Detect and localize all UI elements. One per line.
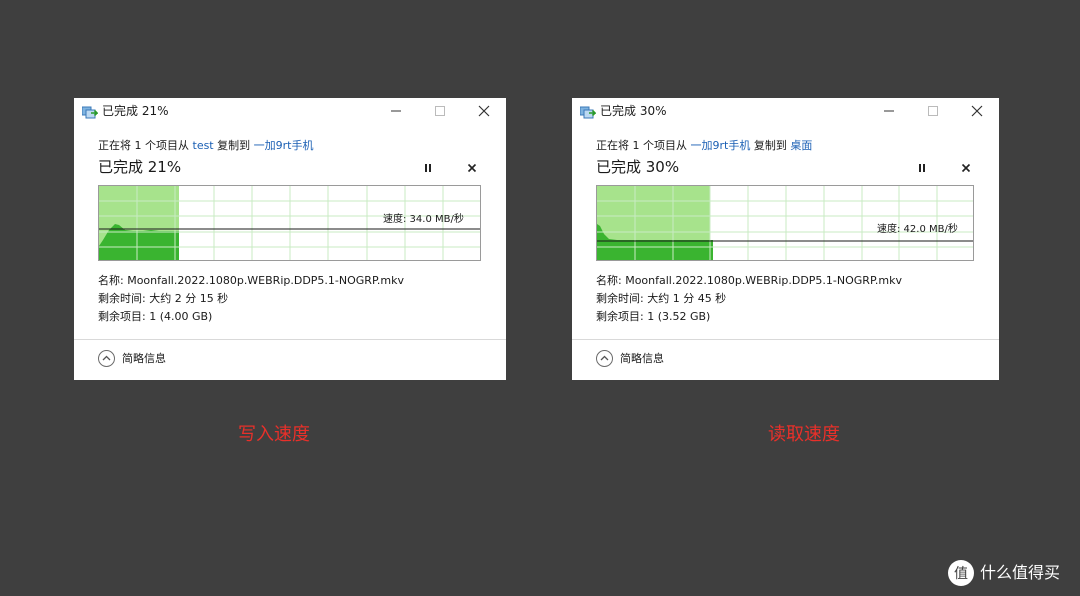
- pause-button[interactable]: [912, 160, 932, 176]
- fewer-details-label: 简略信息: [620, 352, 664, 365]
- smzdm-logo-icon: 值: [948, 560, 974, 586]
- progress-heading: 已完成 30%: [596, 158, 680, 176]
- cancel-button[interactable]: [956, 160, 976, 176]
- copy-description: 正在将 1 个项目从 test 复制到 一加9rt手机: [98, 139, 313, 153]
- copy-prefix: 正在将 1 个项目从: [596, 139, 687, 152]
- minimize-button[interactable]: [867, 98, 911, 124]
- pause-icon: [425, 164, 431, 172]
- time-remaining: 剩余时间: 大约 1 分 45 秒: [596, 292, 727, 305]
- window-title: 已完成 21%: [102, 104, 169, 118]
- watermark-badge-text: 值: [954, 566, 968, 582]
- close-icon: [971, 105, 983, 117]
- close-button[interactable]: [955, 98, 999, 124]
- progress-heading: 已完成 21%: [98, 158, 182, 176]
- time-remaining: 剩余时间: 大约 2 分 15 秒: [98, 292, 229, 305]
- destination-link[interactable]: 桌面: [790, 139, 812, 152]
- source-link[interactable]: 一加9rt手机: [691, 139, 751, 152]
- copy-mid: 复制到: [217, 139, 251, 152]
- maximize-icon: [928, 106, 938, 116]
- title-bar[interactable]: 已完成 30%: [572, 98, 999, 126]
- fewer-details-label: 简略信息: [122, 352, 166, 365]
- source-link[interactable]: test: [193, 139, 214, 152]
- minimize-icon: [884, 110, 894, 112]
- minimize-button[interactable]: [374, 98, 418, 124]
- copy-prefix: 正在将 1 个项目从: [98, 139, 189, 152]
- items-remaining: 剩余项目: 1 (4.00 GB): [98, 310, 213, 323]
- chevron-up-icon: [596, 350, 613, 367]
- watermark-text: 什么值得买: [980, 563, 1061, 582]
- close-button[interactable]: [462, 98, 506, 124]
- copy-dialog-read: 已完成 30% 正在将 1 个项目从 一加9rt手机 复制到 桌面 已完成 30…: [572, 98, 999, 380]
- speed-graph: 速度: 34.0 MB/秒: [98, 185, 481, 261]
- window-title: 已完成 30%: [600, 104, 667, 118]
- minimize-icon: [391, 110, 401, 112]
- speed-readout: 速度: 42.0 MB/秒: [877, 224, 958, 235]
- destination-link[interactable]: 一加9rt手机: [254, 139, 314, 152]
- pause-button[interactable]: [418, 160, 438, 176]
- caption-write-speed: 写入速度: [238, 424, 310, 445]
- close-icon: [478, 105, 490, 117]
- cancel-icon: [467, 163, 477, 173]
- chevron-up-icon: [98, 350, 115, 367]
- cancel-icon: [961, 163, 971, 173]
- maximize-button[interactable]: [418, 98, 462, 124]
- copy-dialog-write: 已完成 21% 正在将 1 个项目从 test 复制到 一加9rt手机 已完成 …: [74, 98, 506, 380]
- speed-graph: 速度: 42.0 MB/秒: [596, 185, 974, 261]
- divider: [74, 339, 506, 340]
- divider: [572, 339, 999, 340]
- items-remaining: 剩余项目: 1 (3.52 GB): [596, 310, 711, 323]
- file-name: 名称: Moonfall.2022.1080p.WEBRip.DDP5.1-NO…: [98, 274, 404, 287]
- copy-description: 正在将 1 个项目从 一加9rt手机 复制到 桌面: [596, 139, 812, 153]
- file-copy-icon: [82, 106, 98, 119]
- title-bar[interactable]: 已完成 21%: [74, 98, 506, 126]
- pause-icon: [919, 164, 925, 172]
- caption-read-speed: 读取速度: [768, 424, 840, 445]
- file-copy-icon: [580, 106, 596, 119]
- file-name: 名称: Moonfall.2022.1080p.WEBRip.DDP5.1-NO…: [596, 274, 902, 287]
- maximize-button[interactable]: [911, 98, 955, 124]
- cancel-button[interactable]: [462, 160, 482, 176]
- maximize-icon: [435, 106, 445, 116]
- copy-mid: 复制到: [753, 139, 787, 152]
- speed-readout: 速度: 34.0 MB/秒: [383, 214, 464, 225]
